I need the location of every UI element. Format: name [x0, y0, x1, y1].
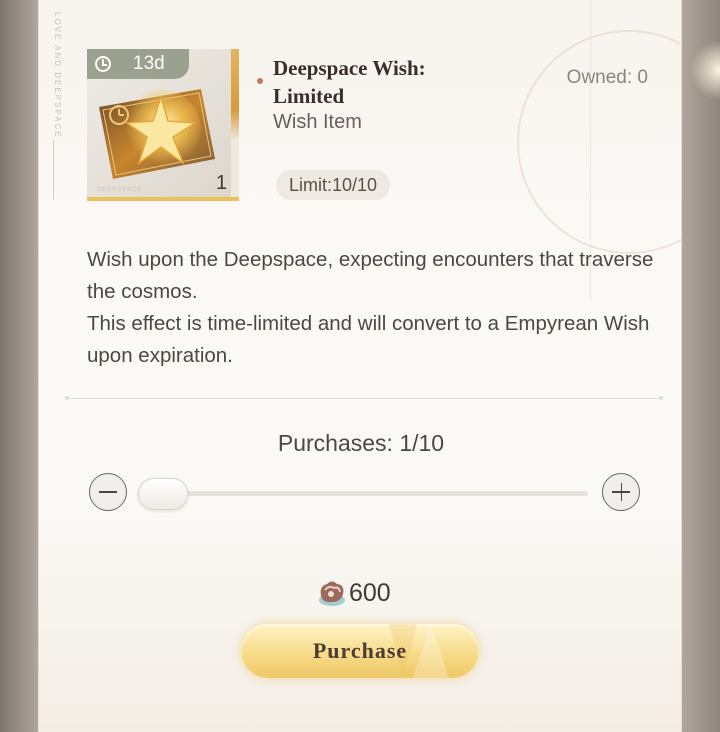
- purchases-count-label: Purchases: 1/10: [277, 430, 445, 456]
- section-divider: [65, 396, 663, 400]
- purchase-button-label: Purchase: [312, 638, 408, 663]
- quantity-slider-thumb[interactable]: [138, 478, 188, 510]
- time-remaining-text: 13d: [133, 53, 165, 74]
- item-name: Deepspace Wish: Limited: [273, 56, 426, 108]
- gem-currency-icon: [319, 581, 345, 606]
- new-indicator-dot: [257, 78, 263, 84]
- rarity-bar: [231, 49, 239, 201]
- purchase-button[interactable]: Purchase: [241, 624, 479, 678]
- deepspace-wish-ticket-icon: [99, 89, 215, 179]
- price-display: 600: [315, 576, 391, 610]
- description-line: Wish upon the Deepspace, expecting encou…: [87, 248, 654, 303]
- description-line: This effect is time-limited and will con…: [87, 312, 650, 367]
- item-quantity: 1: [215, 172, 227, 194]
- purchase-limit-badge: Limit:10/10: [276, 170, 391, 200]
- quantity-slider-track[interactable]: [138, 491, 588, 496]
- decrease-quantity-button[interactable]: [89, 473, 127, 511]
- item-bottom-bar: [87, 197, 239, 201]
- purchase-dialog: LOVE AND DEEPSPACE 13d DEEPSPACE 1 Deeps…: [38, 0, 682, 732]
- time-remaining-badge: 13d: [87, 49, 189, 79]
- increase-quantity-button[interactable]: [602, 473, 640, 511]
- item-type: Wish Item: [273, 111, 362, 133]
- item-brand-text: DEEPSPACE: [97, 187, 143, 193]
- item-thumbnail: 13d DEEPSPACE 1: [87, 49, 239, 201]
- item-description: Wish upon the Deepspace, expecting encou…: [87, 244, 667, 372]
- button-decoration: [413, 624, 449, 678]
- edge-glow: [690, 40, 720, 100]
- brand-watermark: LOVE AND DEEPSPACE: [53, 12, 62, 139]
- price-amount: 600: [349, 578, 391, 607]
- owned-count: Owned: 0: [566, 67, 648, 88]
- clock-icon: [95, 56, 111, 72]
- brand-divider: [53, 140, 54, 200]
